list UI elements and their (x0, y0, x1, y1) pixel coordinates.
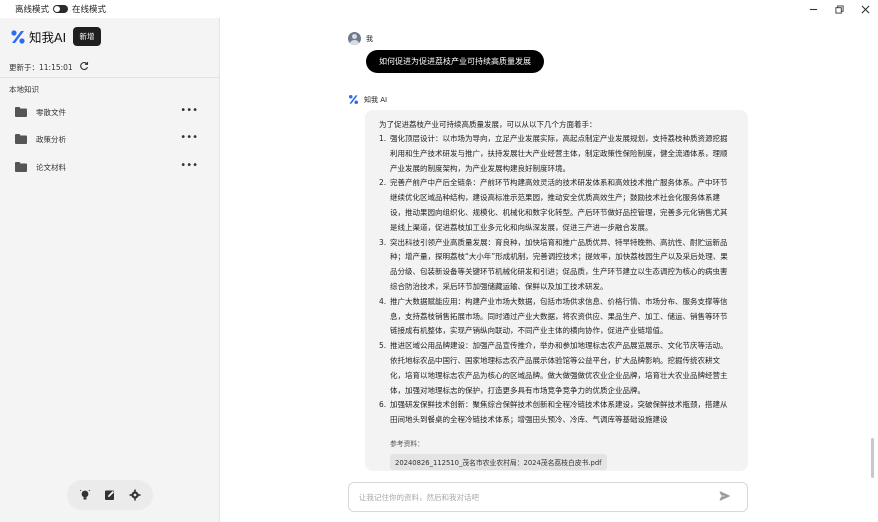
sidebar-divider (0, 77, 219, 78)
answer-point: 6. 加强研发保鲜技术创新：聚焦综合保鲜技术创新和全程冷链技术体系建设，突破保鲜技… (379, 398, 734, 428)
updated-time: 11:15:01 (39, 62, 73, 72)
point-text: 加强研发保鲜技术创新：聚焦综合保鲜技术创新和全程冷链技术体系建设，突破保鲜技术瓶… (390, 400, 728, 425)
point-number: 6. (379, 400, 387, 410)
user-name: 我 (366, 34, 373, 43)
refresh-icon[interactable] (79, 61, 89, 73)
point-text: 完善产前产中产后全链条：产前环节构建高效灵活的技术研发体系和高效技术推广服务体系… (390, 178, 728, 232)
ai-name: 知我 AI (364, 95, 388, 104)
user-message: 如何促进为促进荔枝产业可持续高质量发展 (366, 50, 544, 73)
brand: 知我AI (10, 27, 66, 46)
chat-panel: 我 如何促进为促进荔枝产业可持续高质量发展 知我 AI 为了促进荔枝产业可持续高… (220, 18, 878, 522)
mode-toggle[interactable] (53, 5, 69, 13)
more-icon[interactable]: ••• (180, 133, 198, 143)
knowledge-base-title: 本地知识 (9, 85, 39, 94)
answer-point: 4. 推广大数据赋能应用：构建产业市场大数据，包括市场供求信息、价格行情、市场分布… (379, 295, 734, 339)
point-text: 强化顶层设计：以市场为导向，立足产业发展实际，高起点制定产业发展规划，支持荔枝种… (390, 134, 728, 173)
point-text: 推进区域公用品牌建设：加强产品宣传推介，举办和参加地理标志农产品展览展示、文化节… (390, 341, 728, 395)
edit-icon[interactable] (104, 489, 116, 501)
point-number: 4. (379, 296, 387, 306)
message-input[interactable] (359, 492, 719, 502)
folder-item-thesis-materials[interactable]: 论文材料 ••• (0, 156, 219, 178)
bulb-icon[interactable] (79, 489, 91, 501)
user-header: 我 (348, 32, 373, 45)
ai-logo-icon (348, 94, 359, 105)
point-number: 1. (379, 134, 387, 143)
more-icon[interactable]: ••• (180, 161, 198, 171)
reference-file-chip[interactable]: 20240826_112510_茂名市农业农村局：2024茂名荔枝白皮书.pdf (390, 453, 607, 470)
minimize-icon[interactable] (800, 0, 826, 18)
answer-point: 5. 推进区域公用品牌建设：加强产品宣传推介，举办和参加地理标志农产品展览展示、文… (379, 339, 734, 398)
point-text: 推广大数据赋能应用：构建产业市场大数据，包括市场供求信息、价格行情、市场分布、服… (390, 296, 728, 336)
folder-icon (15, 107, 27, 117)
point-number: 3. (379, 237, 387, 247)
folder-label: 政策分析 (36, 134, 66, 144)
point-number: 5. (379, 341, 387, 351)
point-text: 突出科技引领产业高质量发展：育良种，加快培育和推广品质优异、特早特晚熟、高抗性、… (390, 237, 728, 291)
folder-icon (15, 134, 27, 144)
folder-icon (15, 162, 27, 172)
point-number: 2. (379, 178, 387, 188)
ai-answer: 为了促进荔枝产业可持续高质量发展，可以从以下几个方面着手： 1. 强化顶层设计：以… (365, 110, 748, 471)
mode-switch[interactable]: 离线模式 在线模式 (0, 3, 106, 15)
offline-mode-label: 离线模式 (15, 5, 50, 15)
app-logo-icon (10, 29, 26, 45)
window-controls (800, 0, 878, 18)
updated-label: 更新于： (9, 62, 39, 72)
send-icon[interactable] (719, 490, 733, 504)
answer-point: 2. 完善产前产中产后全链条：产前环节构建高效灵活的技术研发体系和高效技术推广服务… (379, 176, 734, 235)
title-bar: 离线模式 在线模式 (0, 0, 878, 18)
ai-header: 知我 AI (348, 94, 387, 105)
brand-name: 知我AI (29, 30, 67, 45)
folder-label: 论文材料 (36, 162, 66, 172)
folder-item-policy-analysis[interactable]: 政策分析 ••• (0, 128, 219, 150)
scrollbar-thumb[interactable] (871, 438, 874, 478)
answer-point: 3. 突出科技引领产业高质量发展：育良种，加快培育和推广品质优异、特早特晚熟、高抗… (379, 236, 734, 295)
close-icon[interactable] (852, 0, 878, 18)
reference-label: 参考资料： (390, 439, 424, 448)
answer-point: 1. 强化顶层设计：以市场为导向，立足产业发展实际，高起点制定产业发展规划，支持荔… (379, 132, 734, 176)
answer-intro: 为了促进荔枝产业可持续高质量发展，可以从以下几个方面着手： (379, 120, 597, 129)
update-status: 更新于：11:15:01 (9, 61, 89, 73)
message-input-box (348, 482, 748, 512)
sidebar: 知我AI 新增 更新于：11:15:01 本地知识 零散文件 ••• 政策分析 … (0, 18, 220, 522)
online-mode-label: 在线模式 (72, 5, 107, 15)
more-icon[interactable]: ••• (180, 106, 198, 116)
gear-icon[interactable] (129, 489, 141, 501)
new-button[interactable]: 新增 (73, 27, 101, 46)
answer-points: 1. 强化顶层设计：以市场为导向，立足产业发展实际，高起点制定产业发展规划，支持荔… (379, 132, 734, 428)
restore-icon[interactable] (826, 0, 852, 18)
folder-label: 零散文件 (36, 107, 66, 117)
sidebar-toolbar (67, 480, 153, 510)
folder-item-loose-files[interactable]: 零散文件 ••• (0, 101, 219, 123)
user-avatar (348, 32, 361, 45)
